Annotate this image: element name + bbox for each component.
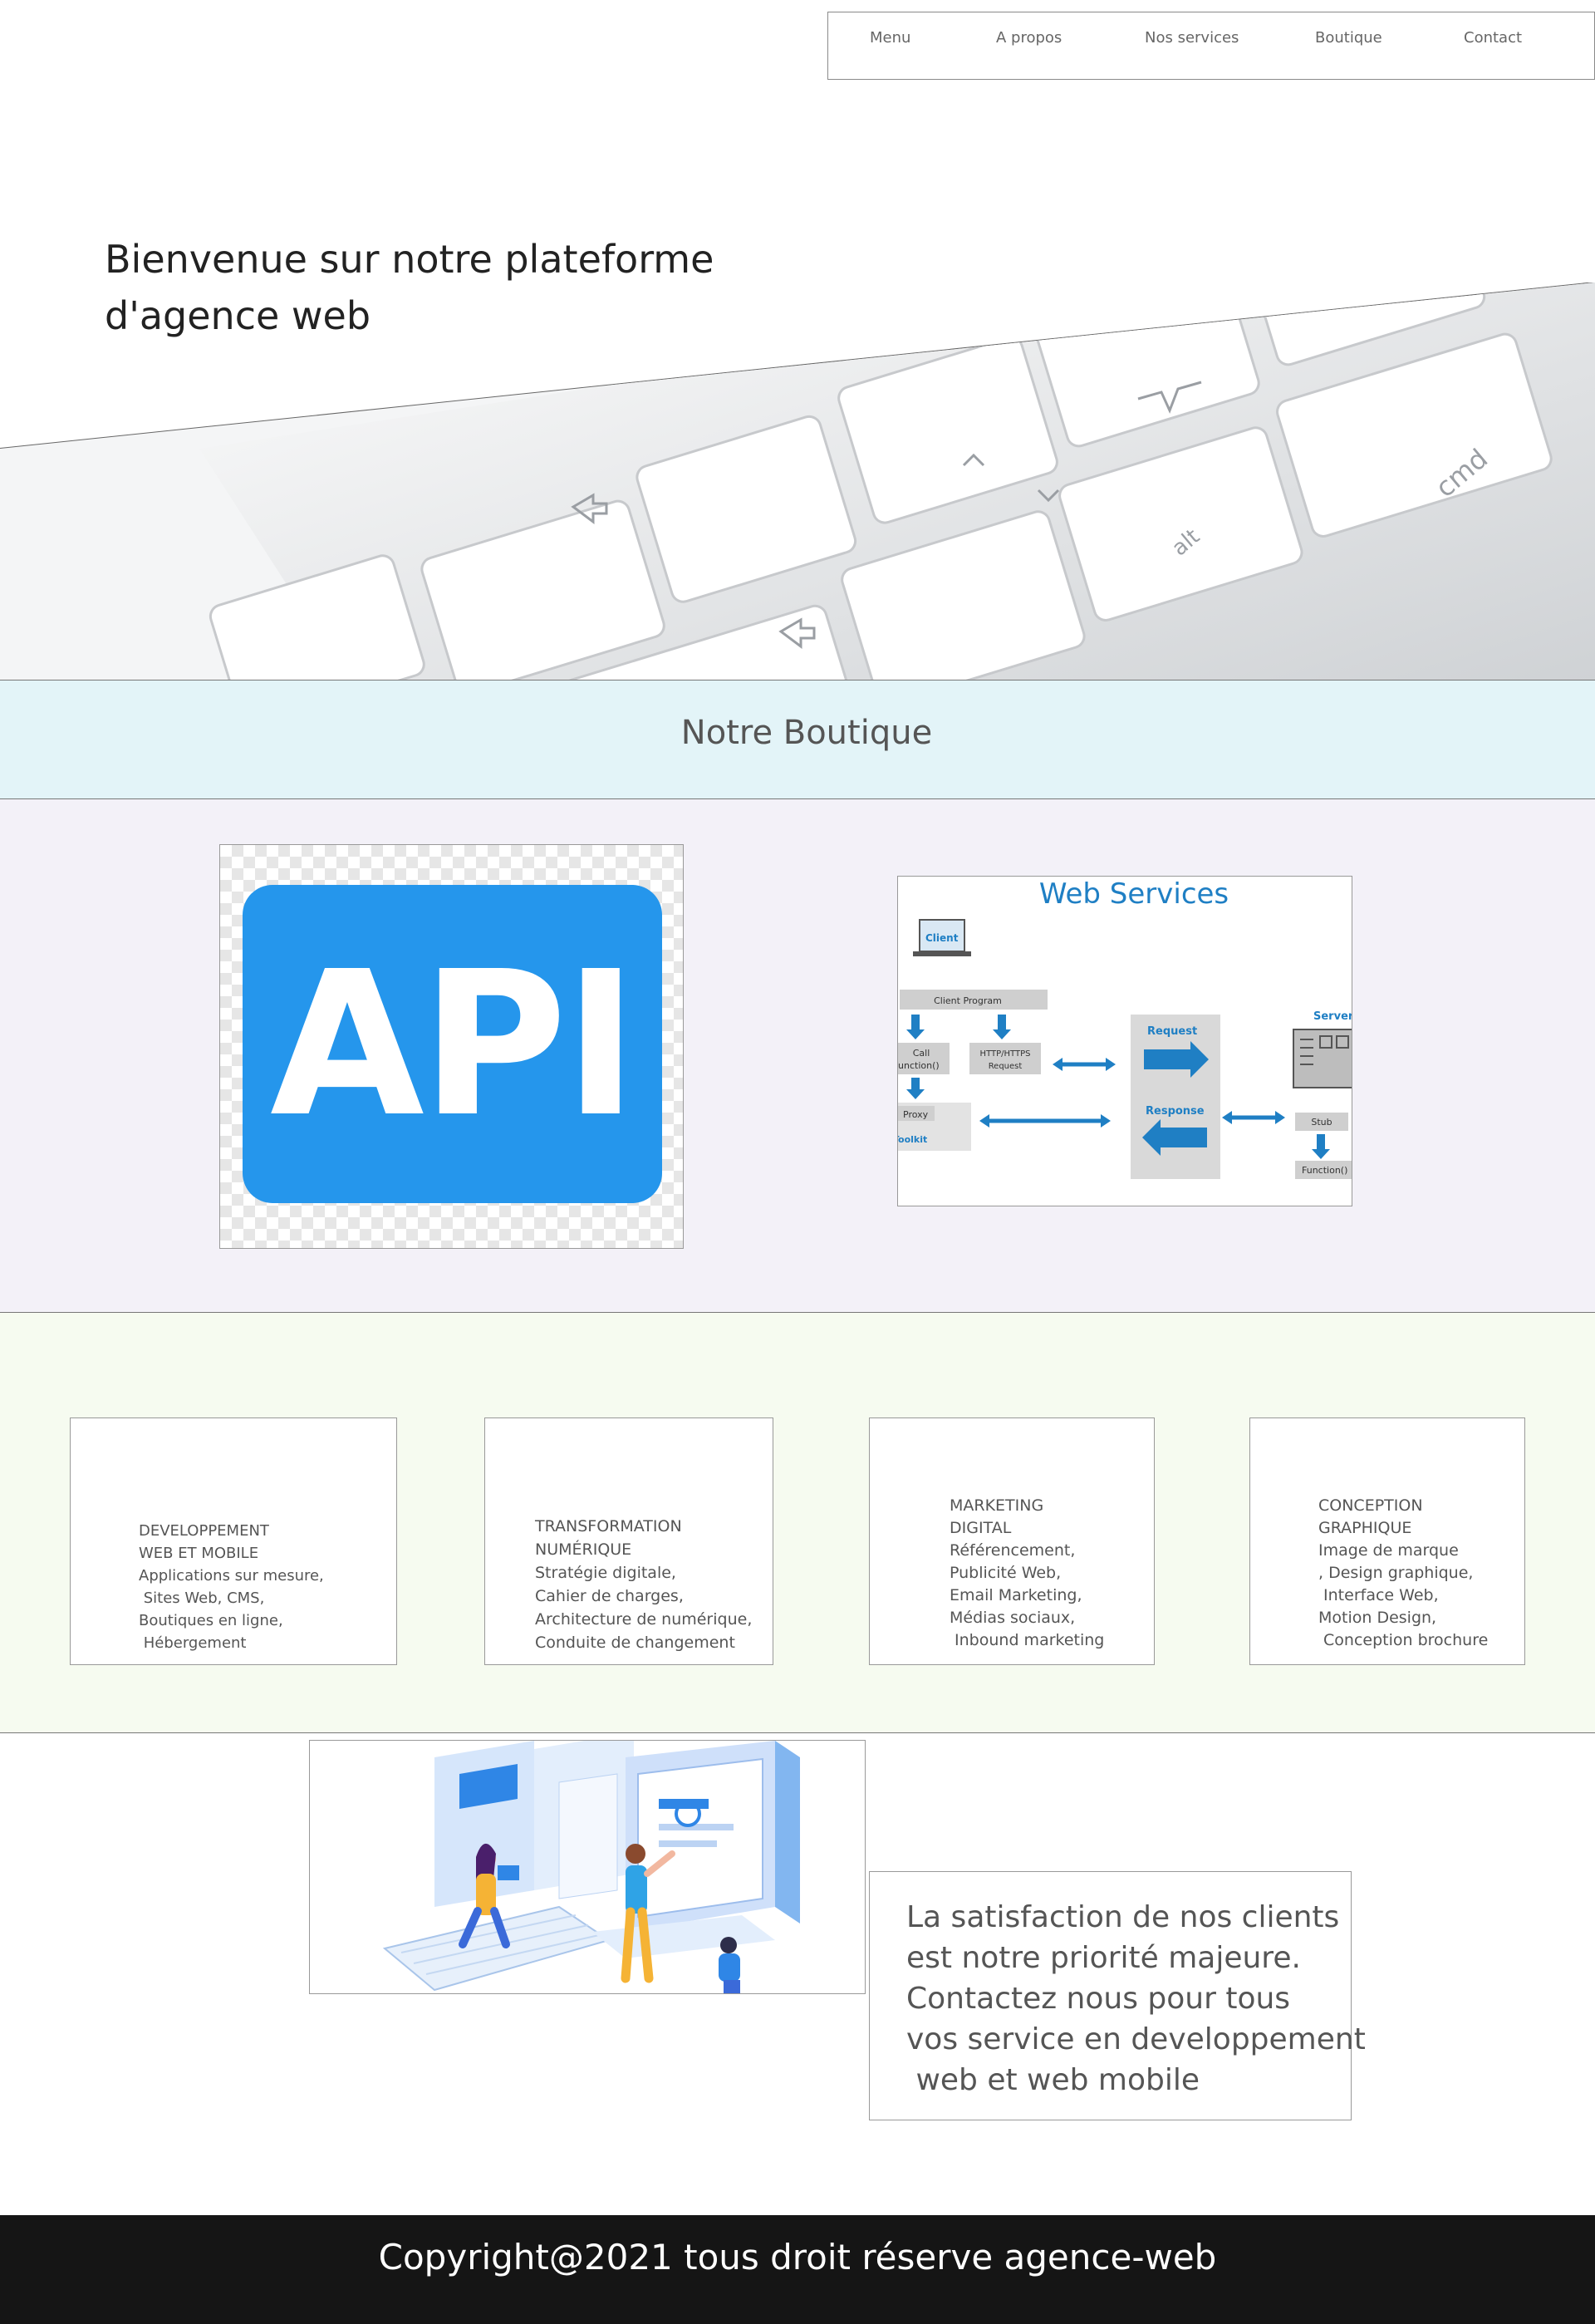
nav-link-a-propos[interactable]: A propos xyxy=(996,29,1062,47)
service-detail: Cahier de charges, xyxy=(535,1587,684,1605)
ws-http-line1: HTTP/HTTPS xyxy=(980,1049,1031,1059)
hero-title-line1: Bienvenue sur notre plateforme xyxy=(105,237,714,282)
service-title-line1: TRANSFORMATION xyxy=(535,1517,682,1535)
api-logo: API xyxy=(243,885,662,1203)
ws-server-label: Server xyxy=(1313,1010,1352,1023)
ws-call-line2: Function() xyxy=(898,1060,940,1071)
service-detail: Hébergement xyxy=(139,1634,247,1652)
service-title-line1: MARKETING xyxy=(950,1496,1044,1515)
team-illustration xyxy=(309,1740,866,1994)
service-title-line2: NUMÉRIQUE xyxy=(535,1540,632,1559)
ws-client-label: Client xyxy=(925,932,959,944)
ws-http-line2: Request xyxy=(989,1062,1023,1071)
service-detail: Image de marque xyxy=(1318,1541,1459,1560)
ws-client-program-label: Client Program xyxy=(934,995,1002,1006)
copyright-text: Copyright@2021 tous droit réserve agence… xyxy=(378,2237,1217,2277)
nav-link-contact[interactable]: Contact xyxy=(1464,29,1522,47)
service-detail: Inbound marketing xyxy=(950,1631,1105,1649)
service-title-line2: WEB ET MOBILE xyxy=(139,1545,259,1562)
contact-line: web et web mobile xyxy=(906,2063,1200,2097)
service-card-text: MARKETING DIGITAL Référencement, Publici… xyxy=(950,1495,1104,1652)
boutique-title: Notre Boutique xyxy=(680,714,933,752)
contact-line: Contactez nous pour tous xyxy=(906,1982,1291,2016)
service-detail: Stratégie digitale, xyxy=(535,1564,676,1582)
service-card-transformation[interactable]: TRANSFORMATION NUMÉRIQUE Stratégie digit… xyxy=(484,1417,773,1665)
ws-request-label: Request xyxy=(1147,1025,1197,1038)
nav-link-nos-services[interactable]: Nos services xyxy=(1145,29,1239,47)
service-card-text: CONCEPTION GRAPHIQUE Image de marque , D… xyxy=(1318,1495,1488,1652)
boutique-header: Notre Boutique xyxy=(0,680,1595,799)
service-detail: Conduite de changement xyxy=(535,1634,735,1652)
service-detail: Sites Web, CMS, xyxy=(139,1589,265,1607)
footer: Copyright@2021 tous droit réserve agence… xyxy=(0,2215,1595,2324)
ws-title: Web Services xyxy=(1039,877,1229,911)
nav-link-boutique[interactable]: Boutique xyxy=(1315,29,1382,47)
service-detail: Motion Design, xyxy=(1318,1609,1437,1627)
ws-function-label: Function() xyxy=(1302,1165,1347,1176)
contact-line: est notre priorité majeure. xyxy=(906,1941,1301,1975)
api-logo-text: API xyxy=(270,927,638,1161)
service-title-line1: DEVELOPPEMENT xyxy=(139,1522,269,1540)
ws-stub-label: Stub xyxy=(1311,1117,1332,1128)
service-card-developpement[interactable]: DEVELOPPEMENT WEB ET MOBILE Applications… xyxy=(70,1417,397,1665)
service-detail: Interface Web, xyxy=(1318,1586,1439,1604)
contact-message-box: La satisfaction de nos clients est notre… xyxy=(869,1871,1366,2120)
service-card-text: TRANSFORMATION NUMÉRIQUE Stratégie digit… xyxy=(535,1515,752,1654)
service-detail: Applications sur mesure, xyxy=(139,1567,324,1585)
service-detail: , Design graphique, xyxy=(1318,1564,1474,1582)
top-navigation: Menu A propos Nos services Boutique Cont… xyxy=(827,12,1595,80)
isometric-illustration xyxy=(382,1741,800,1993)
ws-call-line1: Call xyxy=(913,1048,930,1059)
service-detail: Référencement, xyxy=(950,1541,1076,1560)
web-services-diagram: Web Services Client Client Program Call … xyxy=(898,877,1352,1179)
server-icon xyxy=(1293,1029,1352,1088)
service-detail: Email Marketing, xyxy=(950,1586,1082,1604)
service-card-marketing[interactable]: MARKETING DIGITAL Référencement, Publici… xyxy=(869,1417,1155,1665)
service-detail: Publicité Web, xyxy=(950,1564,1062,1582)
contact-message: La satisfaction de nos clients est notre… xyxy=(906,1897,1366,2100)
service-card-text: DEVELOPPEMENT WEB ET MOBILE Applications… xyxy=(139,1520,324,1654)
service-detail: Boutiques en ligne, xyxy=(139,1612,283,1629)
api-product-image[interactable]: API xyxy=(219,844,684,1249)
contact-line: La satisfaction de nos clients xyxy=(906,1900,1340,1934)
hero-keyboard-image: cmd alt xyxy=(0,283,1595,681)
web-services-product-image[interactable]: Web Services Client Client Program Call … xyxy=(897,876,1352,1206)
nav-link-menu[interactable]: Menu xyxy=(870,29,910,47)
ws-toolkit-label: Toolkit xyxy=(898,1134,927,1145)
service-title-line1: CONCEPTION xyxy=(1318,1496,1423,1515)
service-title-line2: GRAPHIQUE xyxy=(1318,1519,1412,1537)
service-detail: Architecture de numérique, xyxy=(535,1610,753,1629)
service-detail: Conception brochure xyxy=(1318,1631,1489,1649)
ws-response-label: Response xyxy=(1146,1105,1205,1118)
service-card-conception[interactable]: CONCEPTION GRAPHIQUE Image de marque , D… xyxy=(1249,1417,1525,1665)
ws-proxy-label: Proxy xyxy=(903,1109,929,1120)
service-title-line2: DIGITAL xyxy=(950,1519,1012,1537)
contact-line: vos service en developpement xyxy=(906,2022,1366,2056)
service-detail: Médias sociaux, xyxy=(950,1609,1076,1627)
